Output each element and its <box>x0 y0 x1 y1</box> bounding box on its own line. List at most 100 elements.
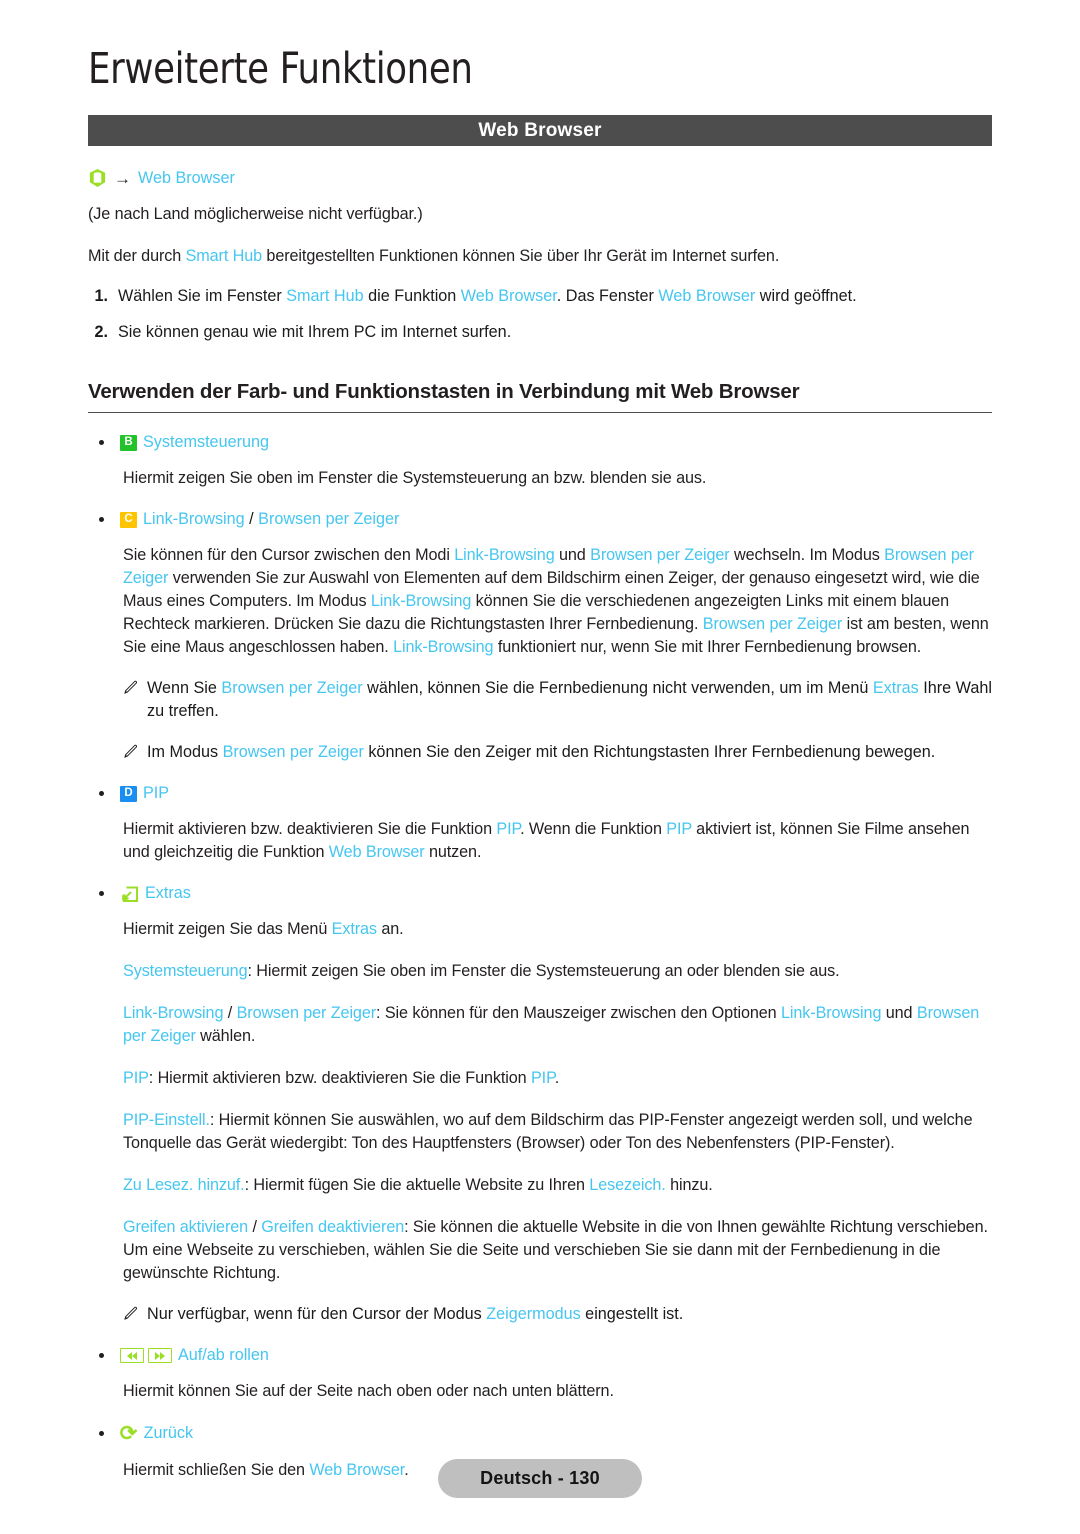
bullet-label-pip: PIP <box>143 784 170 802</box>
entry-label: PIP <box>123 1069 149 1087</box>
rewind-icon <box>120 1348 144 1363</box>
return-icon: ⟲ <box>120 1422 138 1445</box>
extras-entry-lesezeichen: Zu Lesez. hinzuf.: Hiermit fügen Sie die… <box>123 1174 992 1197</box>
entry-label: Zu Lesez. hinzuf. <box>123 1176 245 1194</box>
bullet-dot-icon <box>88 517 120 522</box>
pip-ref-2: PIP <box>666 820 692 838</box>
page-number-badge: Deutsch - 130 <box>438 1459 642 1498</box>
step-link-web-browser-1: Web Browser <box>460 287 557 305</box>
step-number: 2. <box>94 323 108 341</box>
entry-link: PIP <box>530 1069 555 1087</box>
bullet-item-link-browsing: C Link-Browsing / Browsen per Zeiger <box>88 510 992 529</box>
t7: funktioniert nur, wenn Sie mit Ihrer Fer… <box>493 638 922 656</box>
bullet-label-systemsteuerung: Systemsteuerung <box>143 433 269 451</box>
list-item: 1. Wählen Sie im Fenster Smart Hub die F… <box>88 285 992 308</box>
e1: Hiermit zeigen Sie das Menü <box>123 920 332 938</box>
desc-link-browsing: Sie können für den Cursor zwischen den M… <box>123 544 992 659</box>
t1: Sie können für den Cursor zwischen den M… <box>123 546 455 564</box>
bullet-label-link-browsing: Link-Browsing <box>143 510 245 528</box>
bullet-dot-icon <box>88 791 120 796</box>
note-text: Nur verfügbar, wenn für den Cursor der M… <box>147 1303 683 1326</box>
note-link-extras: Extras <box>872 679 919 697</box>
entry-label-a: Greifen aktivieren <box>123 1218 249 1236</box>
extras-entry-systemsteuerung: Systemsteuerung: Hiermit zeigen Sie oben… <box>123 960 992 983</box>
pencil-icon <box>123 677 147 723</box>
entry-label-b: Browsen per Zeiger <box>236 1004 377 1022</box>
entry-text: : Hiermit können Sie auswählen, wo auf d… <box>123 1111 973 1152</box>
smart-hub-icon <box>88 168 107 188</box>
menu-path: → Web Browser <box>88 168 992 188</box>
zeiger-ref-3: Browsen per Zeiger <box>702 615 843 633</box>
bullet-dot-icon <box>88 891 120 896</box>
desc-pip: Hiermit aktivieren bzw. deaktivieren Sie… <box>123 818 992 864</box>
e2: an. <box>376 920 404 938</box>
intro-link-smart-hub: Smart Hub <box>185 247 263 265</box>
page-footer: Deutsch - 130 <box>0 1459 1080 1498</box>
intro-text-2: bereitgestellten Funktionen können Sie ü… <box>262 247 780 265</box>
g1: Nur verfügbar, wenn für den Cursor der M… <box>147 1305 487 1323</box>
steps-list: 1. Wählen Sie im Fenster Smart Hub die F… <box>88 285 992 344</box>
pencil-icon <box>123 1303 147 1326</box>
entry-text: : Hiermit zeigen Sie oben im Fenster die… <box>247 962 840 980</box>
step-number: 1. <box>94 287 108 305</box>
n1t1: Wenn Sie <box>147 679 222 697</box>
step-link-smart-hub: Smart Hub <box>286 287 364 305</box>
menu-path-target: Web Browser <box>138 168 235 187</box>
web-browser-ref: Web Browser <box>328 843 425 861</box>
g2: eingestellt ist. <box>580 1305 684 1323</box>
subsection-heading: Verwenden der Farb- und Funktionstasten … <box>88 380 992 413</box>
entry-label: Systemsteuerung <box>123 962 248 980</box>
entry-text-2: hinzu. <box>665 1176 713 1194</box>
fast-forward-icon <box>148 1348 172 1363</box>
desc-systemsteuerung: Hiermit zeigen Sie oben im Fenster die S… <box>123 469 707 487</box>
intro-paragraph: Mit der durch Smart Hub bereitgestellten… <box>88 245 992 268</box>
bullet-dot-icon <box>88 1353 120 1358</box>
key-d-icon: D <box>120 785 137 802</box>
section-bar: Web Browser <box>88 115 992 146</box>
note-link-zeiger-2: Browsen per Zeiger <box>222 743 364 761</box>
extras-entry-pip-einstell: PIP-Einstell.: Hiermit können Sie auswäh… <box>123 1109 992 1155</box>
zeiger-ref-1: Browsen per Zeiger <box>590 546 730 564</box>
n1t2: wählen, können Sie die Fernbedienung nic… <box>362 679 873 697</box>
step-text: Wählen Sie im Fenster Smart Hub die Funk… <box>118 285 857 308</box>
bullet-dot-icon <box>88 1431 120 1436</box>
entry-sep: / <box>223 1004 237 1022</box>
entry-sep: / <box>248 1218 262 1236</box>
entry-text-1: : Hiermit aktivieren bzw. deaktivieren S… <box>148 1069 531 1087</box>
step-link-web-browser-2: Web Browser <box>658 287 756 305</box>
intro-text-1: Mit der durch <box>88 247 186 265</box>
entry-text-3: wählen. <box>195 1027 256 1045</box>
entry-text-1: : Sie können für den Mauszeiger zwischen… <box>376 1004 781 1022</box>
key-c-icon: C <box>120 511 137 528</box>
n2t1: Im Modus <box>147 743 223 761</box>
note-row: Wenn Sie Browsen per Zeiger wählen, könn… <box>123 677 992 723</box>
bullet-label-back: Zurück <box>143 1424 194 1442</box>
bullet-item-extras: Extras <box>88 884 992 903</box>
list-item: 2. Sie können genau wie mit Ihrem PC im … <box>88 321 992 344</box>
link-browsing-ref-1: Link-Browsing <box>454 546 555 564</box>
bullet-item-systemsteuerung: B Systemsteuerung <box>88 433 992 452</box>
section-bar-title: Web Browser <box>478 119 602 141</box>
link-browsing-ref-2: Link-Browsing <box>370 592 472 610</box>
zeigermodus-ref: Zeigermodus <box>486 1305 581 1323</box>
t2: und <box>554 546 591 564</box>
p4: nutzen. <box>424 843 482 861</box>
link-browsing-ref-3: Link-Browsing <box>393 638 494 656</box>
p2: . Wenn die Funktion <box>520 820 667 838</box>
extras-entry-pip: PIP: Hiermit aktivieren bzw. deaktiviere… <box>123 1067 992 1090</box>
step-text-4: wird geöffnet. <box>755 287 857 305</box>
manual-page: Erweiterte Funktionen Web Browser → Web … <box>0 0 1080 1534</box>
entry-label-a: Link-Browsing <box>123 1004 224 1022</box>
desc-scroll: Hiermit können Sie auf der Seite nach ob… <box>123 1382 614 1400</box>
step-text-1: Wählen Sie im Fenster <box>118 287 287 305</box>
extras-ref: Extras <box>331 920 377 938</box>
entry-label: PIP-Einstell. <box>123 1111 210 1129</box>
bullet-dot-icon <box>88 440 120 445</box>
extras-entry-greifen: Greifen aktivieren / Greifen deaktiviere… <box>123 1216 992 1285</box>
tools-icon <box>120 885 139 903</box>
page-title: Erweiterte Funktionen <box>88 44 473 94</box>
pip-ref-1: PIP <box>496 820 521 838</box>
step-text-2: die Funktion <box>363 287 461 305</box>
bullet-item-scroll: Auf/ab rollen <box>88 1346 992 1365</box>
arrow-icon: → <box>114 168 131 188</box>
